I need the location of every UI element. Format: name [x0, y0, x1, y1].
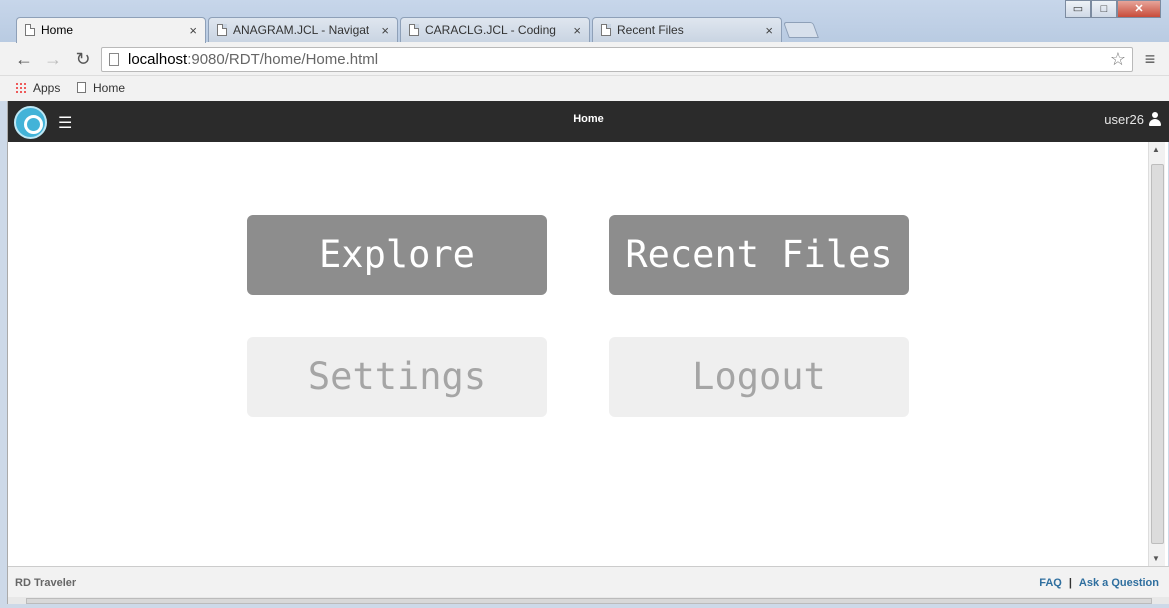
- page-icon: [217, 24, 227, 36]
- scroll-thumb[interactable]: [26, 598, 1152, 604]
- page-icon: [77, 82, 86, 93]
- page-icon: [409, 24, 419, 36]
- app-footer: RD Traveler FAQ | Ask a Question: [8, 566, 1169, 597]
- app-header: ☰ Home user26: [8, 101, 1169, 142]
- settings-button[interactable]: Settings: [247, 337, 547, 417]
- page-title: Home: [573, 113, 604, 125]
- tab-label: Home: [41, 23, 74, 37]
- maximize-button[interactable]: □: [1091, 0, 1117, 18]
- page-icon: [109, 53, 119, 66]
- scroll-thumb[interactable]: [1151, 164, 1164, 544]
- new-tab-button[interactable]: [783, 22, 819, 38]
- close-tab-icon[interactable]: ×: [381, 18, 389, 42]
- tab-strip: ANAGRAM.JCL - Navigato × CARACLG.JCL - C…: [0, 0, 1169, 43]
- url-host: localhost: [128, 51, 188, 68]
- tab-caraclg[interactable]: CARACLG.JCL - Coding ×: [400, 17, 590, 42]
- tab-anagram[interactable]: ANAGRAM.JCL - Navigato ×: [208, 17, 398, 42]
- recent-files-button[interactable]: Recent Files: [609, 215, 909, 295]
- main-content: Explore Recent Files Settings Logout: [8, 142, 1148, 566]
- close-tab-icon[interactable]: ×: [573, 18, 581, 42]
- tab-home[interactable]: Home ×: [16, 17, 206, 43]
- user-icon: [1149, 112, 1161, 126]
- app-viewport: ☰ Home user26 Explore Recent Files Setti…: [7, 101, 1169, 604]
- vertical-scrollbar[interactable]: ▲ ▼: [1148, 142, 1165, 566]
- browser-window: ANAGRAM.JCL - Navigato × CARACLG.JCL - C…: [0, 0, 1169, 608]
- bookmark-apps[interactable]: Apps: [15, 80, 60, 96]
- apps-grid-icon: [15, 82, 27, 94]
- footer-links: FAQ | Ask a Question: [1039, 577, 1159, 589]
- tab-recent-files[interactable]: Recent Files ×: [592, 17, 782, 42]
- minimize-button[interactable]: ▭: [1065, 0, 1091, 18]
- tab-label: Recent Files: [617, 23, 684, 37]
- bookmark-home[interactable]: Home: [77, 80, 125, 96]
- bookmark-label: Home: [93, 81, 126, 95]
- close-window-button[interactable]: ✕: [1117, 0, 1161, 18]
- horizontal-scrollbar[interactable]: [8, 597, 1169, 604]
- close-tab-icon[interactable]: ×: [189, 18, 197, 43]
- logout-button[interactable]: Logout: [609, 337, 909, 417]
- brand-name: RD Traveler: [15, 577, 77, 589]
- chrome-menu-icon[interactable]: ≡: [1140, 48, 1160, 70]
- user-menu[interactable]: user26: [1104, 112, 1161, 127]
- scroll-up-icon[interactable]: ▲: [1152, 145, 1160, 154]
- faq-link[interactable]: FAQ: [1039, 577, 1062, 589]
- bookmarks-bar: Apps Home: [0, 76, 1169, 101]
- bookmark-label: Apps: [33, 81, 61, 95]
- scroll-down-icon[interactable]: ▼: [1152, 554, 1160, 563]
- page-icon: [601, 24, 611, 36]
- explore-button[interactable]: Explore: [247, 215, 547, 295]
- url-path: :9080/RDT/home/Home.html: [187, 51, 379, 68]
- forward-icon[interactable]: →: [42, 48, 64, 70]
- link-separator: |: [1068, 577, 1072, 589]
- username: user26: [1104, 112, 1144, 127]
- close-tab-icon[interactable]: ×: [765, 18, 773, 42]
- back-icon[interactable]: ←: [13, 48, 35, 70]
- page-icon: [25, 24, 35, 36]
- tab-label: ANAGRAM.JCL - Navigato: [233, 23, 369, 37]
- ask-question-link[interactable]: Ask a Question: [1079, 577, 1159, 589]
- reload-icon[interactable]: ↻: [72, 48, 94, 70]
- browser-toolbar: ← → ↻ localhost:9080/RDT/home/Home.html …: [0, 42, 1169, 76]
- tab-label: CARACLG.JCL - Coding: [425, 23, 556, 37]
- address-bar[interactable]: localhost:9080/RDT/home/Home.html ☆: [101, 47, 1133, 72]
- star-icon[interactable]: ☆: [1110, 48, 1126, 71]
- window-controls: ▭ □ ✕: [1065, 0, 1161, 18]
